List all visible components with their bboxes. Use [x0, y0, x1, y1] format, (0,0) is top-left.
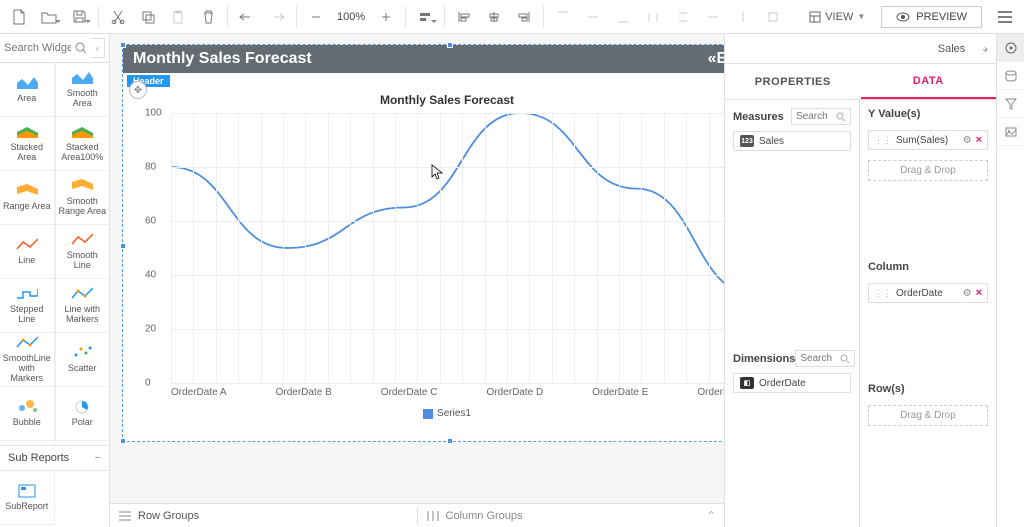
properties-panel: › Sales⌄ PROPERTIES DATA Measures 123Sal… [724, 34, 1024, 527]
grip-icon: ⋮⋮ [874, 135, 892, 146]
view-dropdown[interactable]: VIEW ▼ [801, 3, 873, 31]
view-icon [809, 11, 821, 23]
chart-legend: Series1 [141, 408, 724, 419]
column-label: Column [868, 261, 988, 273]
column-groups-label: Column Groups [446, 510, 523, 522]
align-center-button[interactable] [479, 2, 509, 32]
remove-icon[interactable]: × [976, 134, 982, 146]
chart-title: Monthly Sales Forecast [141, 93, 724, 107]
dimension-field[interactable]: ◧OrderDate [733, 373, 851, 393]
cut-button[interactable] [103, 2, 133, 32]
widget-item[interactable]: SubReport [0, 471, 55, 525]
save-button[interactable] [64, 2, 94, 32]
open-button[interactable] [34, 2, 64, 32]
search-icon [75, 42, 87, 54]
tab-properties[interactable]: PROPERTIES [725, 64, 861, 99]
dataset-selector[interactable]: Sales⌄ [938, 43, 988, 55]
remove-icon[interactable]: × [976, 287, 982, 299]
design-canvas[interactable]: Monthly Sales Forecast «Expr» Header ✥ M… [110, 34, 724, 527]
collapse-panel-button[interactable]: ‹ [91, 38, 105, 58]
chart-report-item[interactable]: Monthly Sales Forecast «Expr» Header ✥ M… [122, 44, 724, 442]
widget-item[interactable]: Area [0, 63, 55, 117]
column-groups-icon [426, 510, 440, 522]
measures-label: Measures [733, 111, 784, 123]
row-groups-label: Row Groups [138, 510, 199, 522]
groups-bar: Row Groups Column Groups ⌃ [110, 503, 724, 527]
widget-item[interactable]: Smooth Range Area [55, 171, 110, 225]
widget-item[interactable]: Range Area [0, 171, 55, 225]
redo-button [262, 2, 292, 32]
widget-item[interactable]: Line with Markers [55, 279, 110, 333]
align-right-button[interactable] [509, 2, 539, 32]
report-title: Monthly Sales Forecast [133, 50, 312, 68]
widget-item[interactable]: Scatter [55, 333, 110, 387]
widget-item[interactable]: Stepped Line [0, 279, 55, 333]
delete-button[interactable] [193, 2, 223, 32]
dimensions-search-input[interactable] [800, 353, 840, 364]
widget-panel: ‹ AreaSmooth AreaStacked AreaStacked Are… [0, 34, 110, 527]
gear-icon[interactable]: ⚙ [963, 135, 972, 146]
panel-expand-icon[interactable]: › [984, 42, 988, 56]
widget-item[interactable]: Stacked Area100% [55, 117, 110, 171]
report-header[interactable]: Monthly Sales Forecast «Expr» Header [123, 45, 724, 73]
widget-item[interactable]: Smooth Area [55, 63, 110, 117]
column-field[interactable]: ⋮⋮ OrderDate ⚙ × [868, 283, 988, 303]
rail-image-icon[interactable] [997, 118, 1024, 146]
rail-properties-icon[interactable] [997, 34, 1024, 62]
widget-item[interactable]: Stacked Area [0, 117, 55, 171]
align-bottom-button [608, 2, 638, 32]
rail-filter-icon[interactable] [997, 90, 1024, 118]
measure-field[interactable]: 123Sales [733, 131, 851, 151]
zoom-level: 100% [331, 11, 371, 23]
widget-item[interactable]: Line [0, 225, 55, 279]
zoom-in-button[interactable] [371, 2, 401, 32]
dist-v-button [668, 2, 698, 32]
eye-icon [896, 12, 910, 22]
collapse-groups-icon[interactable]: ⌃ [707, 509, 716, 522]
widget-item[interactable]: Bubble [0, 387, 55, 441]
widget-item[interactable]: SmoothLine with Markers [0, 333, 55, 387]
align-button[interactable] [410, 2, 440, 32]
top-toolbar: 100% VIEW ▼ PREVIEW [0, 0, 1024, 34]
measures-search-input[interactable] [796, 111, 836, 122]
undo-button[interactable] [232, 2, 262, 32]
zoom-out-button[interactable] [301, 2, 331, 32]
rows-dropzone[interactable]: Drag & Drop [868, 405, 988, 426]
widget-item[interactable]: Polar [55, 387, 110, 441]
align-top-button [548, 2, 578, 32]
yvalues-label: Y Value(s) [868, 108, 988, 120]
widget-search-input[interactable] [4, 42, 71, 54]
widget-item[interactable]: Smooth Line [55, 225, 110, 279]
align-middle-button [578, 2, 608, 32]
copy-button[interactable] [133, 2, 163, 32]
yvalue-field[interactable]: ⋮⋮Sum(Sales)⚙× [868, 130, 988, 150]
tab-data[interactable]: DATA [861, 64, 997, 99]
sub-reports-section[interactable]: Sub Reports− [0, 445, 109, 471]
align-left-button[interactable] [449, 2, 479, 32]
new-file-button[interactable] [4, 2, 34, 32]
yvalues-dropzone[interactable]: Drag & Drop [868, 160, 988, 181]
size-w-button [698, 2, 728, 32]
paste-button [163, 2, 193, 32]
dimensions-label: Dimensions [733, 353, 795, 365]
hamburger-menu[interactable] [990, 2, 1020, 32]
rail-data-icon[interactable] [997, 62, 1024, 90]
gear-icon[interactable]: ⚙ [963, 288, 972, 299]
rows-label: Row(s) [868, 383, 988, 395]
row-groups-icon [118, 510, 132, 522]
size-both-button [758, 2, 788, 32]
report-expr: «Expr» [708, 50, 724, 68]
dist-h-button [638, 2, 668, 32]
preview-button[interactable]: PREVIEW [881, 6, 982, 28]
grip-icon: ⋮⋮ [874, 288, 892, 299]
size-h-button [728, 2, 758, 32]
